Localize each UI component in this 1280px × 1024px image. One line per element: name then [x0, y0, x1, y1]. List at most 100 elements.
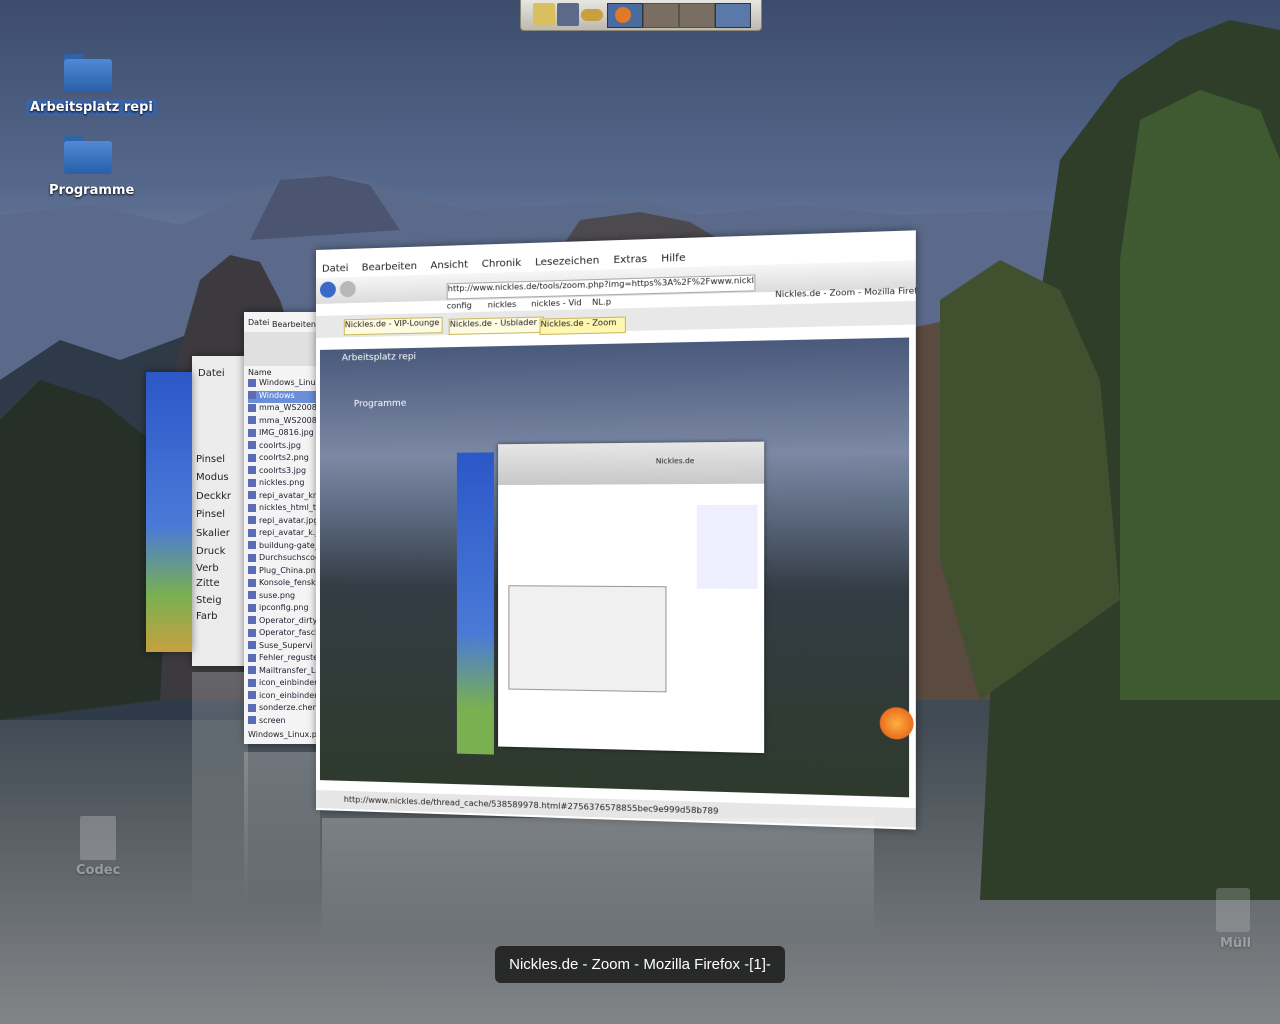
- fm-menu-bearbeiten[interactable]: Bearbeiten: [272, 320, 316, 329]
- terminal-icon[interactable]: [557, 3, 579, 26]
- file-list-item[interactable]: nickles.png: [248, 478, 304, 490]
- tab-vip-lounge[interactable]: Nickles.de - VIP-Lounge: [343, 316, 443, 336]
- key-icon[interactable]: [581, 9, 603, 21]
- fm-file-list: Windows_Linux Windows mma_WS2008 mma_WS2008…: [244, 378, 320, 728]
- gimp-menu[interactable]: Datei: [198, 368, 225, 379]
- file-list-item[interactable]: icon_einbinder: [248, 691, 317, 703]
- file-list-item[interactable]: sonderze.chen: [248, 703, 318, 715]
- window-firefox-main[interactable]: Datei Bearbeiten Ansicht Chronik Lesezei…: [316, 230, 916, 830]
- file-list-item[interactable]: coolrts.jpg: [248, 441, 301, 453]
- file-list-item[interactable]: ipconfig.png: [248, 603, 309, 615]
- document-icon[interactable]: [80, 816, 116, 860]
- menu-hilfe[interactable]: Hilfe: [661, 252, 685, 264]
- bookmark-item[interactable]: nickles: [488, 300, 517, 310]
- inner-browser-title: Nickles.de: [655, 456, 695, 466]
- inner-browser-window: Nickles.de: [498, 441, 765, 754]
- workspace-4[interactable]: [715, 3, 751, 28]
- image-file-icon: [248, 478, 256, 487]
- trash-icon[interactable]: [1216, 888, 1250, 932]
- tab-usblader[interactable]: Nickles.de - Usblader: [448, 316, 544, 336]
- inner-desktop-label: Programme: [353, 398, 407, 410]
- image-file-icon: [248, 466, 256, 474]
- menu-chronik[interactable]: Chronik: [482, 258, 522, 270]
- file-list-item[interactable]: Fehler_reguste: [248, 653, 318, 665]
- desktop-icon-label-trash[interactable]: Müll: [1220, 936, 1251, 951]
- gimp-label: Pinsel: [196, 454, 226, 465]
- file-name: screen: [259, 715, 286, 725]
- window-file-manager[interactable]: Datei Bearbeiten Name Windows_Linux Windo…: [244, 312, 320, 744]
- menu-datei[interactable]: Datei: [322, 263, 349, 275]
- file-list-item[interactable]: Suse_Supervi: [248, 641, 313, 653]
- image-file-icon: [248, 491, 256, 499]
- tab-zoom[interactable]: Nickles.de - Zoom: [539, 316, 626, 336]
- desktop-icon-label-programme[interactable]: Programme: [49, 183, 134, 198]
- window-xp-screenshot[interactable]: [146, 372, 192, 652]
- file-name: icon_einbinder: [259, 690, 318, 700]
- folder-icon[interactable]: [64, 136, 112, 174]
- fm-menu-datei[interactable]: Datei: [248, 318, 269, 327]
- window-gimp-toolbox[interactable]: Datei Pinsel Modus Deckkr Pinsel Skalier…: [192, 356, 252, 666]
- folder-icon[interactable]: [64, 54, 112, 92]
- file-list-item[interactable]: Operator_fasch: [248, 628, 320, 640]
- bookmark-item[interactable]: config: [447, 301, 472, 311]
- file-list-item[interactable]: coolrts3.jpg: [248, 466, 306, 478]
- file-list-item[interactable]: nickles_html_te: [248, 503, 320, 515]
- gimp-label: Farb: [196, 611, 218, 622]
- workspace-3[interactable]: [679, 3, 715, 28]
- file-list-item[interactable]: Operator_dirty: [248, 616, 317, 628]
- fm-toolbar: [244, 332, 320, 366]
- image-file-icon: [248, 516, 256, 524]
- file-name: Windows: [259, 390, 295, 400]
- file-name: Plug_China.png: [259, 565, 320, 575]
- fm-column-header[interactable]: Name: [248, 368, 272, 377]
- file-name: mma_WS2008: [259, 415, 317, 425]
- desktop-icon-label-codec[interactable]: Codec: [76, 863, 120, 878]
- file-list-item[interactable]: repi_avatar_kn: [248, 491, 318, 503]
- file-list-item[interactable]: coolrts2.png: [248, 453, 309, 465]
- file-list-item[interactable]: Konsole_fensk: [248, 578, 316, 590]
- image-file-icon: [248, 691, 256, 699]
- firefox-icon[interactable]: [615, 7, 631, 23]
- file-list-item[interactable]: mma_WS2008: [248, 403, 317, 415]
- page-content-image: Arbeitsplatz repi Programme Nickles.de: [319, 337, 910, 798]
- image-file-icon: [248, 641, 256, 649]
- bookmark-item[interactable]: NL.p: [592, 297, 611, 307]
- file-name: repi_avatar.jpg: [259, 515, 319, 525]
- gimp-label: Pinsel: [196, 509, 226, 520]
- file-name: suse.png: [259, 590, 296, 600]
- file-list-item[interactable]: repi_avatar.jpg: [248, 516, 318, 528]
- file-list-item[interactable]: repi_avatar_k.jp: [248, 528, 320, 540]
- bookmark-item[interactable]: nickles - Vid: [531, 298, 581, 309]
- file-name: IMG_0816.jpg: [259, 428, 314, 437]
- workspace-2[interactable]: [643, 3, 679, 28]
- file-list-item[interactable]: buildung-gate_1: [248, 541, 320, 553]
- menu-extras[interactable]: Extras: [613, 254, 647, 266]
- image-file-icon: [248, 591, 256, 599]
- file-name: Operator_dirty: [259, 615, 318, 625]
- file-name: Konsole_fensk: [259, 578, 316, 587]
- file-list-item[interactable]: Windows: [248, 390, 318, 403]
- menu-lesezeichen[interactable]: Lesezeichen: [535, 255, 599, 268]
- file-list-item[interactable]: icon_einbinder: [248, 678, 317, 690]
- file-name: Fehler_reguste: [259, 653, 318, 662]
- file-list-item[interactable]: mma_WS2008: [248, 416, 317, 428]
- file-list-item[interactable]: Mailtransfer_Li: [248, 666, 318, 678]
- menu-bearbeiten[interactable]: Bearbeiten: [362, 261, 417, 274]
- file-list-item[interactable]: Durchsuchscode: [248, 553, 320, 565]
- file-name: icon_einbinder: [259, 678, 318, 687]
- file-list-item[interactable]: screen: [248, 716, 286, 728]
- launcher-icon[interactable]: [533, 3, 555, 26]
- file-name: coolrts3.jpg: [259, 465, 307, 475]
- file-name: repi_avatar_kn: [259, 490, 318, 500]
- menu-ansicht[interactable]: Ansicht: [430, 259, 468, 271]
- file-list-item[interactable]: Windows_Linux: [248, 378, 320, 390]
- image-file-icon: [248, 403, 256, 412]
- file-name: coolrts2.png: [259, 453, 309, 462]
- image-file-icon: [248, 378, 256, 387]
- file-list-item[interactable]: IMG_0816.jpg: [248, 428, 314, 440]
- file-list-item[interactable]: Plug_China.png: [248, 566, 320, 578]
- file-list-item[interactable]: suse.png: [248, 591, 295, 603]
- file-name: Mailtransfer_Li: [259, 665, 318, 675]
- desktop-icon-label-arbeitsplatz[interactable]: Arbeitsplatz repi: [26, 99, 157, 116]
- gimp-label: Steig: [196, 595, 222, 606]
